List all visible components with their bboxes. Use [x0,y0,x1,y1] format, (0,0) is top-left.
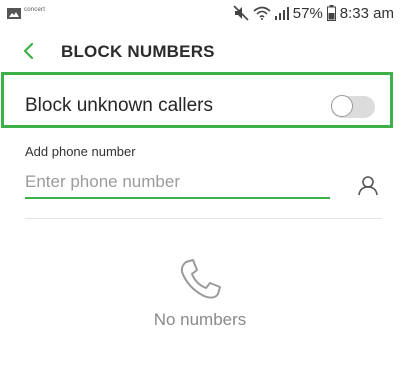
phone-icon [176,256,224,304]
block-unknown-callers-label: Block unknown callers [25,95,213,116]
block-unknown-callers-toggle[interactable] [331,95,375,118]
chevron-left-icon[interactable] [22,42,36,60]
toggle-knob [331,95,353,117]
signal-icon [274,6,289,20]
gallery-icon [7,6,21,19]
divider [25,218,382,219]
mute-icon [233,5,249,21]
battery-percentage: 57% [292,4,323,22]
notification-text: concert [24,7,46,13]
empty-state-text: No numbers [153,310,247,329]
add-phone-number-label: Add phone number [25,144,136,159]
page-title: BLOCK NUMBERS [61,42,215,61]
app-header: BLOCK NUMBERS [0,28,400,72]
wifi-icon [253,6,271,20]
contact-icon[interactable] [357,174,379,196]
status-bar: concert 57% 8:33 am [0,0,400,28]
block-unknown-callers-row[interactable]: Block unknown callers [1,72,393,128]
clock: 8:33 am [339,4,394,22]
phone-number-input[interactable] [25,167,330,199]
battery-icon [326,5,336,21]
